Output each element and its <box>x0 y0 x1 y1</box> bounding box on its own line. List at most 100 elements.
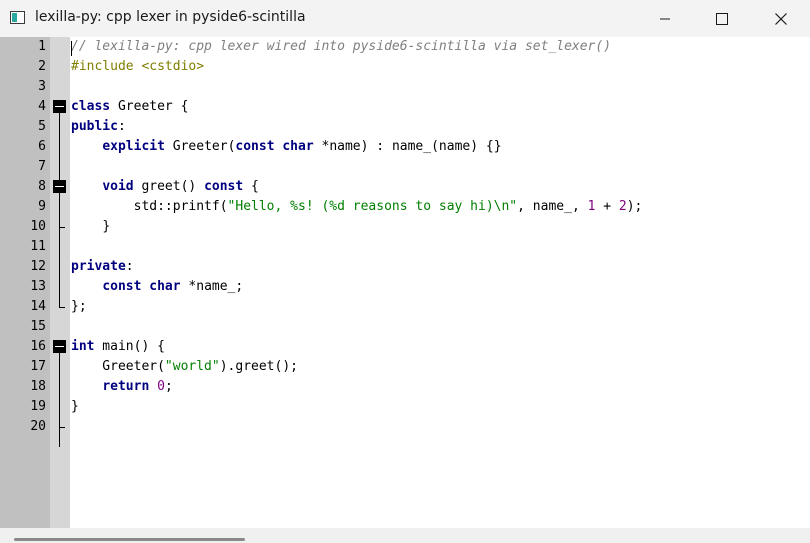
token-keyword: const <box>102 279 142 294</box>
token-plain: name <box>438 139 471 154</box>
token-string: "Hello, %s! (%d reasons to say hi)\n" <box>227 199 518 214</box>
line-number: 6 <box>38 139 46 154</box>
token-op: }; <box>71 299 87 314</box>
token-keyword: int <box>71 339 95 354</box>
code-line: return 0; <box>71 377 806 397</box>
fold-minus-icon[interactable] <box>53 180 66 193</box>
token-op: (); <box>274 359 298 374</box>
token-keyword: char <box>282 139 314 154</box>
close-button[interactable] <box>752 0 810 37</box>
code-line: private: <box>71 257 806 277</box>
code-line: // lexilla-py: cpp lexer wired into pysi… <box>71 37 806 57</box>
fold-tree-end <box>59 427 65 428</box>
token-op: { <box>180 99 189 114</box>
line-number: 2 <box>38 59 46 74</box>
line-number: 3 <box>38 79 46 94</box>
token-plain: Greeter <box>164 139 228 154</box>
horizontal-scrollbar[interactable] <box>0 528 810 543</box>
line-number: 14 <box>30 299 46 314</box>
code-line: }; <box>71 297 806 317</box>
token-op: :: <box>157 199 173 214</box>
code-text[interactable]: // lexilla-py: cpp lexer wired into pysi… <box>71 37 806 437</box>
token-keyword: public <box>71 119 118 134</box>
token-plain: name_ <box>196 279 236 294</box>
token-op: ); <box>626 199 643 214</box>
line-number: 11 <box>30 239 46 254</box>
line-number: 18 <box>30 379 46 394</box>
token-op: ( <box>157 359 165 374</box>
code-editor[interactable]: 1 2 3 4 5 6 7 8 9 10 11 12 13 14 15 16 17 18 19 20 // lexil… <box>0 37 810 528</box>
token-keyword: return <box>102 379 150 394</box>
token-plain: std <box>71 199 158 214</box>
token-op: ; <box>164 379 173 394</box>
token-number: 2 <box>618 199 627 214</box>
code-line: class Greeter { <box>71 97 806 117</box>
token-op: ) <box>470 139 479 154</box>
token-op: { <box>157 339 165 354</box>
text-caret <box>71 41 72 56</box>
close-icon <box>775 12 787 25</box>
token-plain: Greeter <box>71 359 158 374</box>
fold-minus-icon[interactable] <box>53 100 66 113</box>
token-op: + <box>603 199 612 214</box>
token-plain: Greeter <box>110 99 181 114</box>
fold-tree-line <box>59 113 60 307</box>
token-op: : <box>376 139 385 154</box>
token-keyword: const <box>235 139 275 154</box>
token-op: ( <box>431 139 439 154</box>
token-keyword: class <box>71 99 111 114</box>
code-line: std::printf("Hello, %s! (%d reasons to s… <box>71 197 806 217</box>
token-op: { <box>251 179 259 194</box>
token-comment: // lexilla-py: cpp lexer wired into pysi… <box>71 39 612 54</box>
code-line: } <box>71 217 806 237</box>
minimize-button[interactable] <box>636 0 694 37</box>
token-op: : <box>125 259 134 274</box>
line-number: 20 <box>30 419 46 434</box>
maximize-button[interactable] <box>693 0 751 37</box>
fold-tree-end <box>59 307 65 308</box>
window-title: lexilla-py: cpp lexer in pyside6-scintil… <box>35 9 306 25</box>
fold-minus-icon[interactable] <box>53 340 66 353</box>
token-op: , <box>517 199 525 214</box>
token-number: 0 <box>157 379 165 394</box>
line-number: 1 <box>38 39 46 54</box>
token-pre: #include <cstdio> <box>71 59 205 74</box>
token-op: () <box>133 339 150 354</box>
token-op: ( <box>219 199 228 214</box>
token-plain: name_ <box>524 199 572 214</box>
line-number: 19 <box>30 399 46 414</box>
line-number: 17 <box>30 359 46 374</box>
title-bar: lexilla-py: cpp lexer in pyside6-scintil… <box>0 0 810 37</box>
horizontal-scrollbar-thumb[interactable] <box>14 538 245 541</box>
minimize-icon <box>660 18 670 19</box>
code-line: public: <box>71 117 806 137</box>
token-op: {} <box>485 139 502 154</box>
fold-tree-line <box>59 353 60 447</box>
token-string: "world" <box>164 359 220 374</box>
token-op: } <box>71 399 79 414</box>
line-number: 12 <box>30 259 46 274</box>
token-op: , <box>571 199 580 214</box>
token-keyword: char <box>149 279 181 294</box>
line-number: 4 <box>38 99 46 114</box>
token-plain: name <box>329 139 361 154</box>
line-number: 10 <box>30 219 46 234</box>
token-op: ; <box>235 279 244 294</box>
token-keyword: const <box>204 179 244 194</box>
line-number: 16 <box>30 339 46 354</box>
app-window-icon <box>10 11 25 24</box>
code-line: const char *name_; <box>71 277 806 297</box>
